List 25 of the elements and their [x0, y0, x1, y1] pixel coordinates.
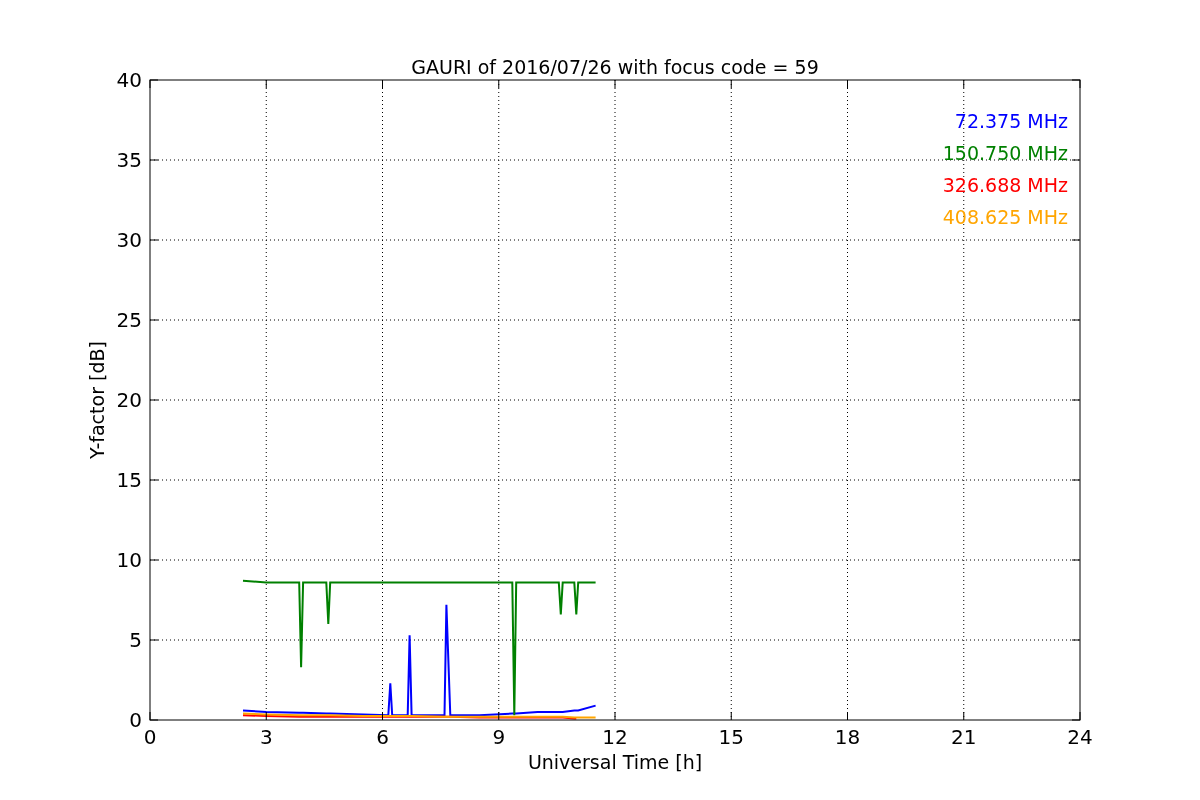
x-tick-label: 21 — [951, 725, 977, 749]
chart-title: GAURI of 2016/07/26 with focus code = 59 — [411, 56, 819, 78]
y-tick-label: 10 — [116, 548, 142, 572]
legend-label: 408.625 MHz — [942, 206, 1068, 228]
x-tick-label: 0 — [143, 725, 157, 749]
x-tick-label: 6 — [376, 725, 389, 749]
x-tick-label: 15 — [718, 725, 744, 749]
legend-label: 150.750 MHz — [942, 142, 1068, 164]
x-axis-label: Universal Time [h] — [527, 751, 703, 773]
y-tick-label: 40 — [116, 68, 142, 92]
legend-label: 72.375 MHz — [954, 110, 1068, 132]
y-axis-label: Y-factor [dB] — [86, 341, 108, 459]
legend-label: 326.688 MHz — [942, 174, 1068, 196]
y-tick-label: 15 — [116, 468, 142, 492]
y-tick-label: 20 — [116, 388, 142, 412]
y-tick-label: 25 — [116, 308, 142, 332]
y-tick-label: 30 — [116, 228, 142, 252]
y-tick-label: 35 — [116, 148, 142, 172]
y-tick-label: 5 — [129, 628, 142, 652]
y-tick-label: 0 — [129, 708, 142, 732]
x-tick-label: 3 — [259, 725, 273, 749]
x-tick-label: 18 — [834, 725, 861, 749]
x-tick-label: 9 — [492, 725, 506, 749]
x-tick-label: 12 — [602, 725, 628, 749]
x-tick-label: 24 — [1067, 725, 1093, 749]
